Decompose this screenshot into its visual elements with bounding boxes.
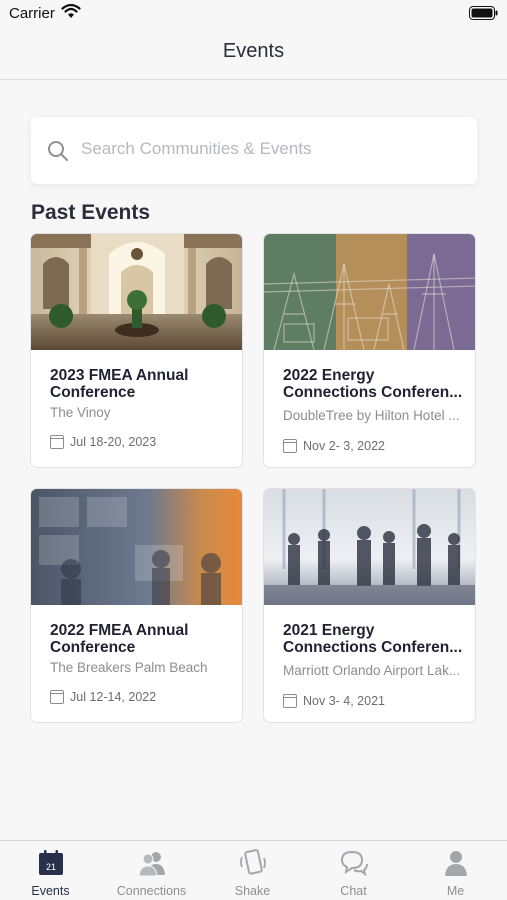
event-dates: Jul 12-14, 2022 (50, 690, 156, 704)
event-date-text: Nov 2- 3, 2022 (303, 439, 385, 453)
event-dates: Nov 3- 4, 2021 (283, 694, 385, 708)
event-date-text: Jul 12-14, 2022 (70, 690, 157, 704)
tab-me[interactable]: Me (405, 841, 506, 900)
tab-label: Me (446, 884, 465, 898)
tab-label: Shake (234, 884, 271, 898)
event-card[interactable]: 2021 Energy Connections Conferen... Marr… (263, 488, 476, 723)
wifi-icon (61, 4, 81, 18)
tab-events[interactable]: 21 Events (0, 841, 101, 900)
event-date-text: Jul 18-20, 2023 (70, 435, 157, 449)
carrier-label: Carrier (9, 5, 55, 22)
event-card[interactable]: 2022 FMEA Annual Conference The Breakers… (30, 488, 243, 723)
people-icon (138, 852, 165, 877)
navigation-bar: Events (0, 28, 507, 80)
event-image (31, 489, 242, 605)
event-title: 2023 FMEA Annual Conference (50, 367, 189, 401)
event-venue: Marriott Orlando Airport Lak... (283, 663, 461, 678)
tab-shake[interactable]: Shake (202, 841, 303, 900)
event-dates: Jul 18-20, 2023 (50, 435, 156, 449)
event-title: 2021 Energy Connections Conferen... (283, 622, 463, 656)
tab-label: Chat (340, 884, 367, 898)
calendar-badge: 21 (46, 862, 56, 872)
page-title: Events (222, 40, 285, 62)
search-box[interactable] (31, 117, 477, 184)
event-date-text: Nov 3- 4, 2021 (303, 694, 385, 708)
event-card[interactable]: 2022 Energy Connections Conferen... Doub… (263, 233, 476, 468)
event-title: 2022 FMEA Annual Conference (50, 622, 189, 656)
person-icon (445, 851, 467, 876)
event-venue: DoubleTree by Hilton Hotel ... (283, 408, 460, 423)
tab-label: Events (31, 884, 70, 898)
event-card[interactable]: 2023 FMEA Annual Conference The Vinoy Ju… (30, 233, 243, 468)
event-title: 2022 Energy Connections Conferen... (283, 367, 463, 401)
tab-connections[interactable]: Connections (101, 841, 202, 900)
tab-chat[interactable]: Chat (303, 841, 404, 900)
calendar-icon (50, 435, 64, 449)
tab-label: Connections (116, 884, 187, 898)
event-venue: The Breakers Palm Beach (50, 660, 208, 675)
calendar-icon: 21 (39, 850, 63, 875)
search-input[interactable] (81, 139, 461, 159)
event-image (264, 234, 475, 350)
status-bar: Carrier (0, 0, 507, 28)
event-dates: Nov 2- 3, 2022 (283, 439, 385, 453)
event-image (31, 234, 242, 350)
search-icon (48, 141, 68, 161)
section-title: Past Events (31, 201, 151, 224)
calendar-icon (283, 439, 297, 453)
calendar-icon (50, 690, 64, 704)
event-venue: The Vinoy (50, 405, 111, 420)
shake-phone-icon (240, 849, 266, 875)
battery-icon (469, 6, 498, 20)
calendar-icon (283, 694, 297, 708)
event-image (264, 489, 475, 605)
tab-bar: 21 Events Connections Shake Chat Me (0, 840, 507, 900)
chat-bubbles-icon (340, 850, 368, 877)
